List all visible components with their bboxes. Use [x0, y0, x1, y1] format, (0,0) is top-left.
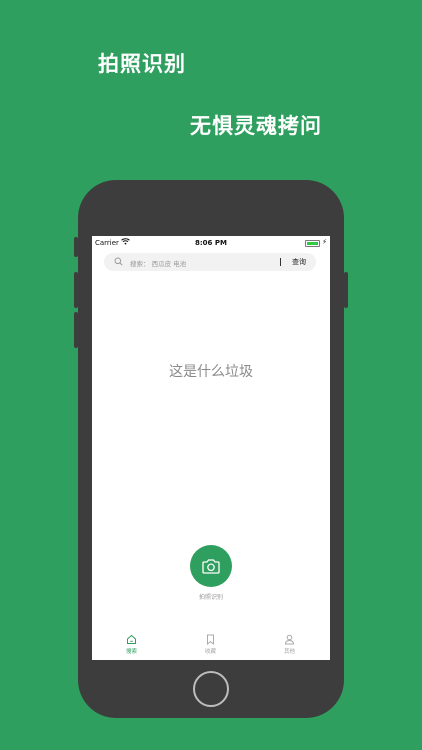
tab-search-label: 搜索 — [125, 649, 137, 655]
tab-favorites[interactable]: 收藏 — [171, 630, 250, 660]
charging-icon: ⚡ — [322, 238, 327, 246]
phone-frame: Carrier 8:06 PM ⚡ 搜索： 西瓜皮 电池 查询 这是什么垃圾 拍… — [78, 180, 344, 718]
camera-button[interactable] — [190, 545, 232, 587]
person-icon — [284, 634, 295, 645]
status-time: 8:06 PM — [195, 239, 227, 247]
search-button[interactable]: 查询 — [292, 257, 306, 267]
phone-home-button[interactable] — [193, 671, 229, 707]
search-icon — [114, 257, 123, 268]
tab-other[interactable]: 其他 — [250, 630, 329, 660]
phone-power-button — [344, 272, 348, 308]
phone-screen: Carrier 8:06 PM ⚡ 搜索： 西瓜皮 电池 查询 这是什么垃圾 拍… — [92, 236, 330, 660]
camera-icon — [202, 559, 220, 574]
battery-icon — [305, 240, 320, 247]
tab-favorites-label: 收藏 — [204, 649, 216, 655]
tab-bar: 搜索 收藏 其他 — [92, 630, 330, 660]
tab-search[interactable]: 搜索 — [92, 630, 171, 660]
promo-headline-1: 拍照识别 — [98, 52, 186, 76]
main-prompt: 这是什么垃圾 — [169, 364, 253, 380]
tab-other-label: 其他 — [283, 649, 295, 655]
search-bar[interactable]: 搜索： 西瓜皮 电池 查询 — [104, 253, 316, 271]
status-bar: Carrier 8:06 PM ⚡ — [92, 236, 330, 250]
home-icon — [127, 634, 136, 644]
bookmark-icon — [207, 634, 214, 645]
search-cursor — [280, 258, 281, 266]
search-input[interactable]: 搜索： 西瓜皮 电池 — [130, 258, 186, 268]
camera-label: 拍照识别 — [198, 594, 223, 601]
promo-headline-2: 无惧灵魂拷问 — [190, 114, 322, 138]
